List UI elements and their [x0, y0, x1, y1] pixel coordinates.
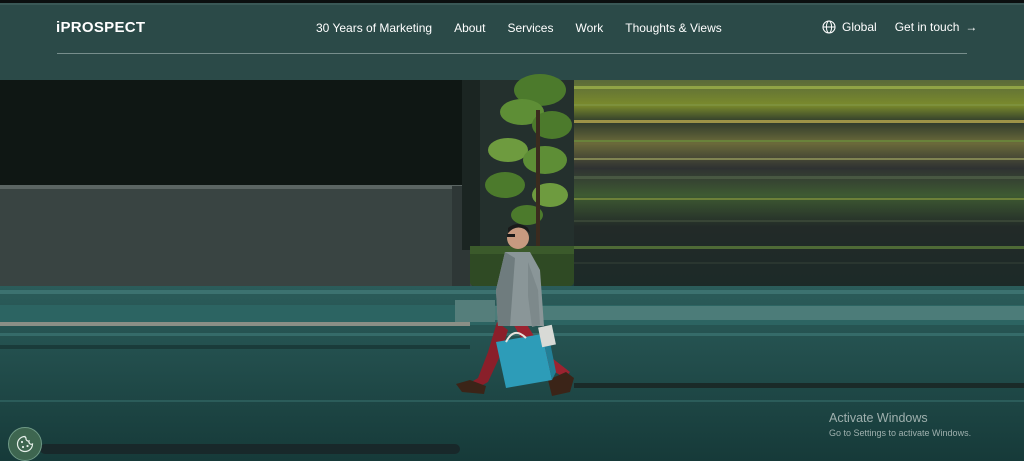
- globe-icon: [822, 20, 836, 34]
- nav-item-about[interactable]: About: [454, 21, 485, 35]
- nav-item-thoughts-views[interactable]: Thoughts & Views: [625, 21, 722, 35]
- watermark-subtitle: Go to Settings to activate Windows.: [829, 428, 972, 438]
- arrow-right-icon: →: [965, 20, 978, 34]
- primary-nav: 30 Years of Marketing About Services Wor…: [316, 21, 744, 35]
- header-actions: Global Get in touch →: [822, 20, 977, 34]
- get-in-touch-label: Get in touch: [894, 20, 960, 34]
- nav-item-services[interactable]: Services: [507, 21, 553, 35]
- site-header: iPROSPECT 30 Years of Marketing About Se…: [0, 0, 1024, 56]
- hero-banner: [0, 0, 1024, 461]
- watermark-title: Activate Windows: [829, 411, 928, 425]
- nav-item-30-years[interactable]: 30 Years of Marketing: [316, 21, 432, 35]
- nav-item-work[interactable]: Work: [575, 21, 603, 35]
- get-in-touch-link[interactable]: Get in touch →: [895, 20, 978, 34]
- brand-logo[interactable]: iPROSPECT: [56, 19, 145, 36]
- global-selector[interactable]: Global: [822, 20, 877, 34]
- header-divider: [57, 53, 967, 54]
- cookie-icon: [16, 435, 34, 453]
- hero-image: [0, 0, 1024, 461]
- activate-windows-watermark: Activate Windows Go to Settings to activ…: [829, 411, 971, 438]
- cookie-settings-button[interactable]: [8, 427, 42, 461]
- global-label: Global: [842, 20, 877, 34]
